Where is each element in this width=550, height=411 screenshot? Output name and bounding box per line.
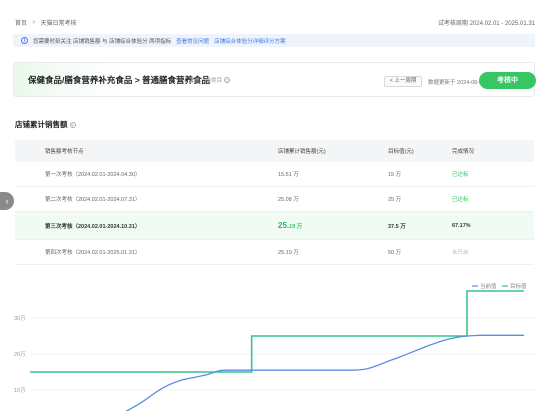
- row-target: 37.5 万: [388, 223, 406, 230]
- breadcrumb-current: 天猫日常考核: [40, 21, 77, 27]
- faq-link[interactable]: 查看常见问题: [176, 37, 209, 45]
- status-badge[interactable]: 考核中: [479, 72, 536, 89]
- breadcrumb-home[interactable]: 首页: [15, 18, 27, 27]
- notice-text: 您需要时刻关注 店铺销售额 与 店铺综合体验分 两项指标: [33, 38, 172, 45]
- chart-ytick-label: 20万: [14, 351, 26, 358]
- period-label: 试考核周期: [437, 21, 468, 27]
- updated-label: 数据更新于: [428, 80, 456, 86]
- breadcrumb: 首页 > 天猫日常考核: [15, 18, 77, 28]
- header-sales: 店铺累计销售额(元): [278, 149, 326, 155]
- top-bar: 首页 > 天猫日常考核 试考核周期 2024.02.01 - 2025.01.3…: [0, 0, 550, 30]
- table-row: 第二次考核（2024.02.01-2024.07.31） 25.08 万 25 …: [15, 187, 534, 212]
- chart-canvas: 10万 20万 30万 当前值 目标值: [14, 282, 536, 411]
- row-node: 第二次考核（2024.02.01-2024.07.31）: [45, 197, 141, 203]
- row-node: 第四次考核（2024.02.01-2025.01.31）: [45, 250, 141, 256]
- row-sales: 25.19 万: [250, 221, 360, 230]
- legend-label[interactable]: 目标值: [510, 282, 527, 290]
- row-target: 50 万: [388, 250, 402, 256]
- series-line-target: [30, 290, 524, 373]
- table-header: 销售额考核节点 店铺累计销售额(元) 目标值(元) 完成情况: [15, 140, 534, 162]
- sales-line-chart: 10万 20万 30万 当前值 目标值: [0, 278, 550, 411]
- previous-period-button[interactable]: < 上一周期: [384, 76, 422, 87]
- row-node: 第三次考核（2024.02.01-2024.10.31）: [45, 223, 141, 230]
- period-range: 2024.02.01 - 2025.01.31: [469, 21, 535, 27]
- question-icon[interactable]: ?: [224, 77, 231, 83]
- row-sales-main: 25.: [278, 221, 290, 230]
- table-row: 第四次考核（2024.02.01-2025.01.31） 25.19 万 50 …: [15, 240, 534, 265]
- row-status: 67.17%: [452, 222, 471, 229]
- table-row: 第一次考核（2024.02.01-2024.04.30） 15.51 万 15 …: [15, 162, 534, 187]
- header-target: 目标值(元): [388, 149, 414, 155]
- category-subtitle-text: 考核三类类目: [189, 78, 223, 84]
- row-sales: 15.51 万: [278, 172, 299, 178]
- legend-label[interactable]: 当前值: [480, 282, 497, 290]
- category-title: 保健食品/膳食营养补充食品 > 普通膳食营养食品: [28, 75, 211, 85]
- series-line-current: [125, 334, 524, 411]
- category-subtitle: 考核三类类目 ?: [189, 76, 231, 84]
- row-sales: 25.19 万: [278, 250, 299, 256]
- breadcrumb-separator: >: [32, 19, 36, 26]
- row-status: 未开启: [452, 250, 469, 256]
- arrow-left-icon[interactable]: ‹: [0, 192, 14, 210]
- row-node: 第一次考核（2024.02.01-2024.04.30）: [45, 172, 141, 178]
- header-status: 完成情况: [452, 149, 475, 155]
- section-title: 店铺累计销售额 ?: [15, 119, 76, 130]
- question-icon[interactable]: ?: [69, 121, 76, 128]
- data-updated: 数据更新于 2024-08-25: [428, 78, 485, 86]
- row-sales-decimal: 19 万: [289, 224, 303, 230]
- table-row-current: 第三次考核（2024.02.01-2024.10.31） 25.19 万 37.…: [15, 212, 534, 240]
- row-status: 已达标: [452, 172, 469, 178]
- sales-table: 销售额考核节点 店铺累计销售额(元) 目标值(元) 完成情况 第一次考核（202…: [15, 140, 534, 265]
- score-rule-link[interactable]: 店铺综合体验分详细评分方案: [214, 37, 286, 45]
- info-icon: i: [21, 37, 28, 44]
- chart-ytick-label: 10万: [14, 387, 26, 394]
- category-header-card: 保健食品/膳食营养补充食品 > 普通膳食营养食品 考核三类类目 ? < 上一周期…: [13, 62, 536, 97]
- notice-bar: i 您需要时刻关注 店铺销售额 与 店铺综合体验分 两项指标 查看常见问题 店铺…: [13, 34, 535, 47]
- row-status: 已达标: [452, 197, 469, 203]
- row-sales: 25.08 万: [278, 197, 299, 203]
- row-target: 15 万: [388, 172, 402, 178]
- header-node: 销售额考核节点: [45, 149, 84, 155]
- section-title-text: 店铺累计销售额: [15, 120, 68, 129]
- chart-ytick-label: 30万: [14, 315, 26, 322]
- assessment-period: 试考核周期 2024.02.01 - 2025.01.31: [438, 18, 535, 27]
- row-target: 25 万: [388, 197, 402, 203]
